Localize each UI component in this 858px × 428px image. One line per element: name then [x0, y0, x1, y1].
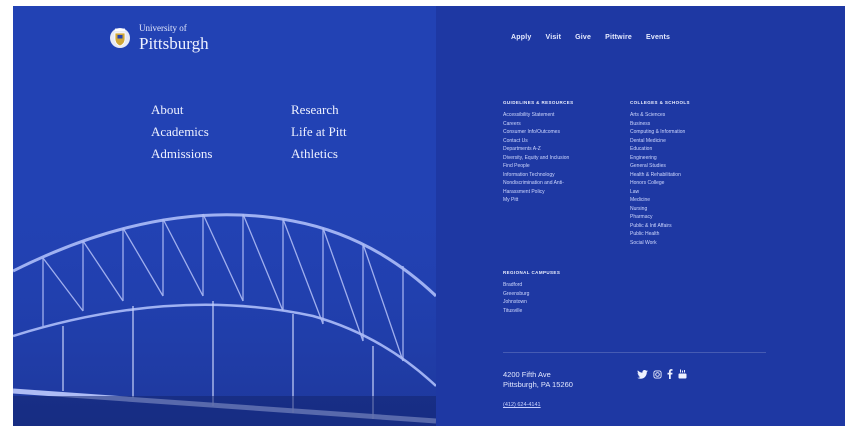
nav-research[interactable]: Research [291, 100, 411, 119]
facebook-icon[interactable] [667, 369, 673, 381]
schools-column: COLLEGES & SCHOOLS Arts & Sciences Busin… [630, 100, 690, 247]
guidelines-link[interactable]: Harassment Policy [503, 188, 574, 197]
nav-admissions[interactable]: Admissions [151, 144, 291, 163]
utility-links: Apply Visit Give Pittwire Events [511, 34, 670, 41]
guidelines-link[interactable]: Careers [503, 120, 574, 129]
school-link[interactable]: Social Work [630, 239, 690, 248]
schools-heading: COLLEGES & SCHOOLS [630, 100, 690, 105]
regional-link[interactable]: Greensburg [503, 290, 560, 299]
site-footer: University of Pittsburgh About Research … [13, 6, 845, 426]
school-link[interactable]: General Studies [630, 162, 690, 171]
link-pittwire[interactable]: Pittwire [605, 34, 632, 41]
twitter-icon[interactable] [637, 369, 648, 381]
university-logo[interactable]: University of Pittsburgh [109, 24, 209, 52]
university-seal-icon [110, 28, 130, 48]
footer-divider [503, 352, 766, 353]
footer-left-panel: University of Pittsburgh About Research … [13, 6, 436, 426]
school-link[interactable]: Nursing [630, 205, 690, 214]
nav-athletics[interactable]: Athletics [291, 144, 411, 163]
regional-campuses-column: REGIONAL CAMPUSES Bradford Greensburg Jo… [503, 270, 560, 315]
logo-line-1: University of [139, 23, 187, 33]
link-give[interactable]: Give [575, 34, 591, 41]
address-block: 4200 Fifth Ave Pittsburgh, PA 15260 (412… [503, 370, 573, 410]
guidelines-heading: GUIDELINES & RESOURCES [503, 100, 574, 105]
guidelines-link[interactable]: Departments A-Z [503, 145, 574, 154]
school-link[interactable]: Medicine [630, 196, 690, 205]
bridge-image [13, 176, 436, 426]
guidelines-link[interactable]: Diversity, Equity and Inclusion [503, 154, 574, 163]
address-line-1: 4200 Fifth Ave [503, 370, 551, 379]
regional-link[interactable]: Titusville [503, 307, 560, 316]
guidelines-link[interactable]: My Pitt [503, 196, 574, 205]
school-link[interactable]: Public & Intl Affairs [630, 222, 690, 231]
guidelines-link[interactable]: Find People [503, 162, 574, 171]
school-link[interactable]: Health & Rehabilitation [630, 171, 690, 180]
nav-academics[interactable]: Academics [151, 122, 291, 141]
link-events[interactable]: Events [646, 34, 670, 41]
nav-about[interactable]: About [151, 100, 291, 119]
school-link[interactable]: Business [630, 120, 690, 129]
regional-link[interactable]: Bradford [503, 281, 560, 290]
main-footer-nav: About Research Academics Life at Pitt Ad… [151, 100, 411, 163]
guidelines-link[interactable]: Accessibility Statement [503, 111, 574, 120]
link-visit[interactable]: Visit [545, 34, 561, 41]
youtube-icon[interactable] [678, 369, 687, 381]
logo-line-2: Pittsburgh [139, 34, 209, 53]
guidelines-column: GUIDELINES & RESOURCES Accessibility Sta… [503, 100, 574, 205]
address-line-2: Pittsburgh, PA 15260 [503, 380, 573, 389]
guidelines-link[interactable]: Consumer Info/Outcomes [503, 128, 574, 137]
school-link[interactable]: Law [630, 188, 690, 197]
regional-heading: REGIONAL CAMPUSES [503, 270, 561, 275]
school-link[interactable]: Dental Medicine [630, 137, 690, 146]
instagram-icon[interactable] [653, 369, 662, 381]
social-links [637, 369, 687, 381]
school-link[interactable]: Computing & Information [630, 128, 690, 137]
guidelines-link[interactable]: Information Technology [503, 171, 574, 180]
guidelines-link[interactable]: Contact Us [503, 137, 574, 146]
school-link[interactable]: Honors College [630, 179, 690, 188]
link-apply[interactable]: Apply [511, 34, 531, 41]
school-link[interactable]: Arts & Sciences [630, 111, 690, 120]
school-link[interactable]: Pharmacy [630, 213, 690, 222]
regional-link[interactable]: Johnstown [503, 298, 560, 307]
guidelines-link[interactable]: Nondiscrimination and Anti- [503, 179, 574, 188]
school-link[interactable]: Education [630, 145, 690, 154]
school-link[interactable]: Public Health [630, 230, 690, 239]
school-link[interactable]: Engineering [630, 154, 690, 163]
nav-life-at-pitt[interactable]: Life at Pitt [291, 122, 411, 141]
phone-link[interactable]: (412) 624-4141 [503, 400, 573, 410]
footer-right-panel: Apply Visit Give Pittwire Events GUIDELI… [436, 6, 845, 426]
